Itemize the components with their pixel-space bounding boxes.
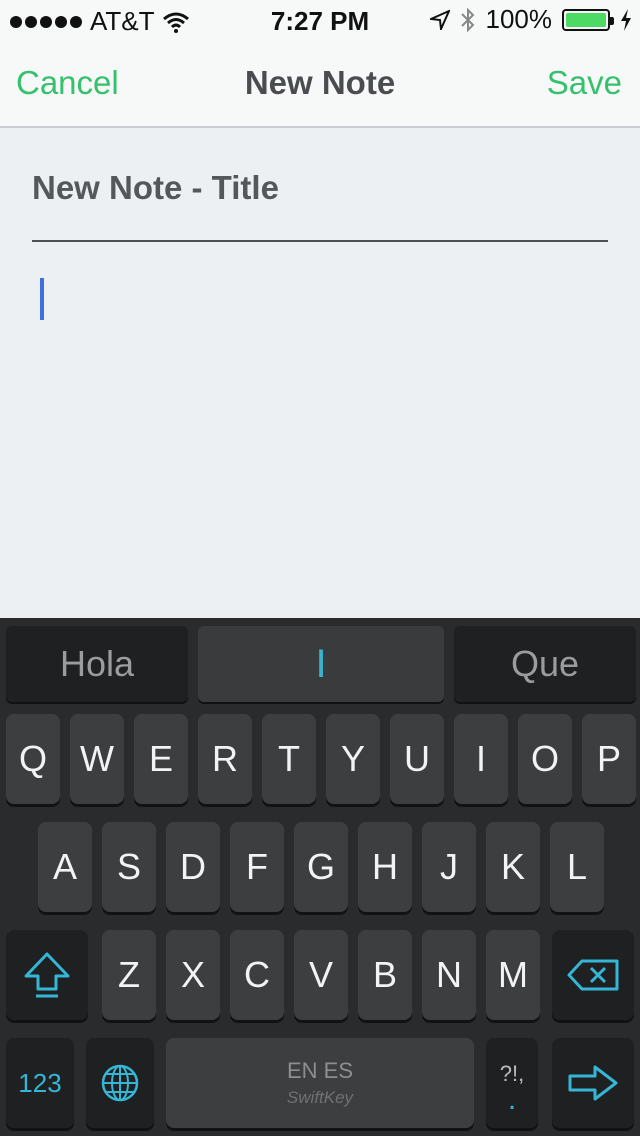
note-title-input[interactable] [32, 164, 608, 212]
shift-key[interactable] [6, 930, 88, 1020]
numbers-key[interactable]: 123 [6, 1038, 74, 1128]
backspace-icon [567, 959, 619, 991]
suggestion-middle[interactable]: I [198, 626, 444, 702]
battery-icon [562, 8, 614, 31]
note-body-editor[interactable] [32, 258, 608, 598]
charging-bolt-icon [621, 8, 631, 31]
key-y[interactable]: Y [326, 714, 380, 804]
key-m[interactable]: M [486, 930, 540, 1020]
key-g[interactable]: G [294, 822, 348, 912]
key-x[interactable]: X [166, 930, 220, 1020]
key-a[interactable]: A [38, 822, 92, 912]
backspace-key[interactable] [552, 930, 634, 1020]
key-u[interactable]: U [390, 714, 444, 804]
key-k[interactable]: K [486, 822, 540, 912]
key-w[interactable]: W [70, 714, 124, 804]
key-o[interactable]: O [518, 714, 572, 804]
globe-icon [101, 1064, 139, 1102]
nav-bar: Cancel New Note Save [0, 40, 640, 128]
status-right-group: 100% [429, 4, 633, 35]
globe-key[interactable] [86, 1038, 154, 1128]
title-divider [32, 240, 608, 242]
shift-arrow-icon [24, 952, 70, 998]
status-bar: AT&T 7:27 PM 100% [0, 0, 640, 40]
page-title: New Note [244, 64, 396, 101]
text-cursor [40, 278, 44, 320]
arrow-right-icon [568, 1065, 618, 1101]
key-s[interactable]: S [102, 822, 156, 912]
swiftkey-logo: SwiftKey [286, 1088, 354, 1107]
save-button[interactable]: Save [547, 64, 622, 102]
key-c[interactable]: C [230, 930, 284, 1020]
key-q[interactable]: Q [6, 714, 60, 804]
key-t[interactable]: T [262, 714, 316, 804]
key-i[interactable]: I [454, 714, 508, 804]
key-l[interactable]: L [550, 822, 604, 912]
suggestion-left[interactable]: Hola [6, 626, 188, 702]
return-key[interactable] [552, 1038, 634, 1128]
location-arrow-icon [429, 9, 450, 30]
space-key[interactable]: EN ES SwiftKey [166, 1038, 474, 1128]
key-p[interactable]: P [582, 714, 636, 804]
key-f[interactable]: F [230, 822, 284, 912]
key-e[interactable]: E [134, 714, 188, 804]
keyboard: Hola I Que Q W E R T Y U I O P A S D F G… [0, 618, 640, 1136]
punctuation-key[interactable]: ?!, . [486, 1038, 538, 1128]
key-r[interactable]: R [198, 714, 252, 804]
suggestion-right[interactable]: Que [454, 626, 636, 702]
key-h[interactable]: H [358, 822, 412, 912]
punctuation-dot: . [507, 1083, 517, 1116]
key-j[interactable]: J [422, 822, 476, 912]
bluetooth-icon [460, 7, 474, 32]
key-z[interactable]: Z [102, 930, 156, 1020]
space-language-label: EN ES [286, 1058, 354, 1083]
battery-percent: 100% [485, 4, 553, 34]
key-d[interactable]: D [166, 822, 220, 912]
key-v[interactable]: V [294, 930, 348, 1020]
key-n[interactable]: N [422, 930, 476, 1020]
key-b[interactable]: B [358, 930, 412, 1020]
